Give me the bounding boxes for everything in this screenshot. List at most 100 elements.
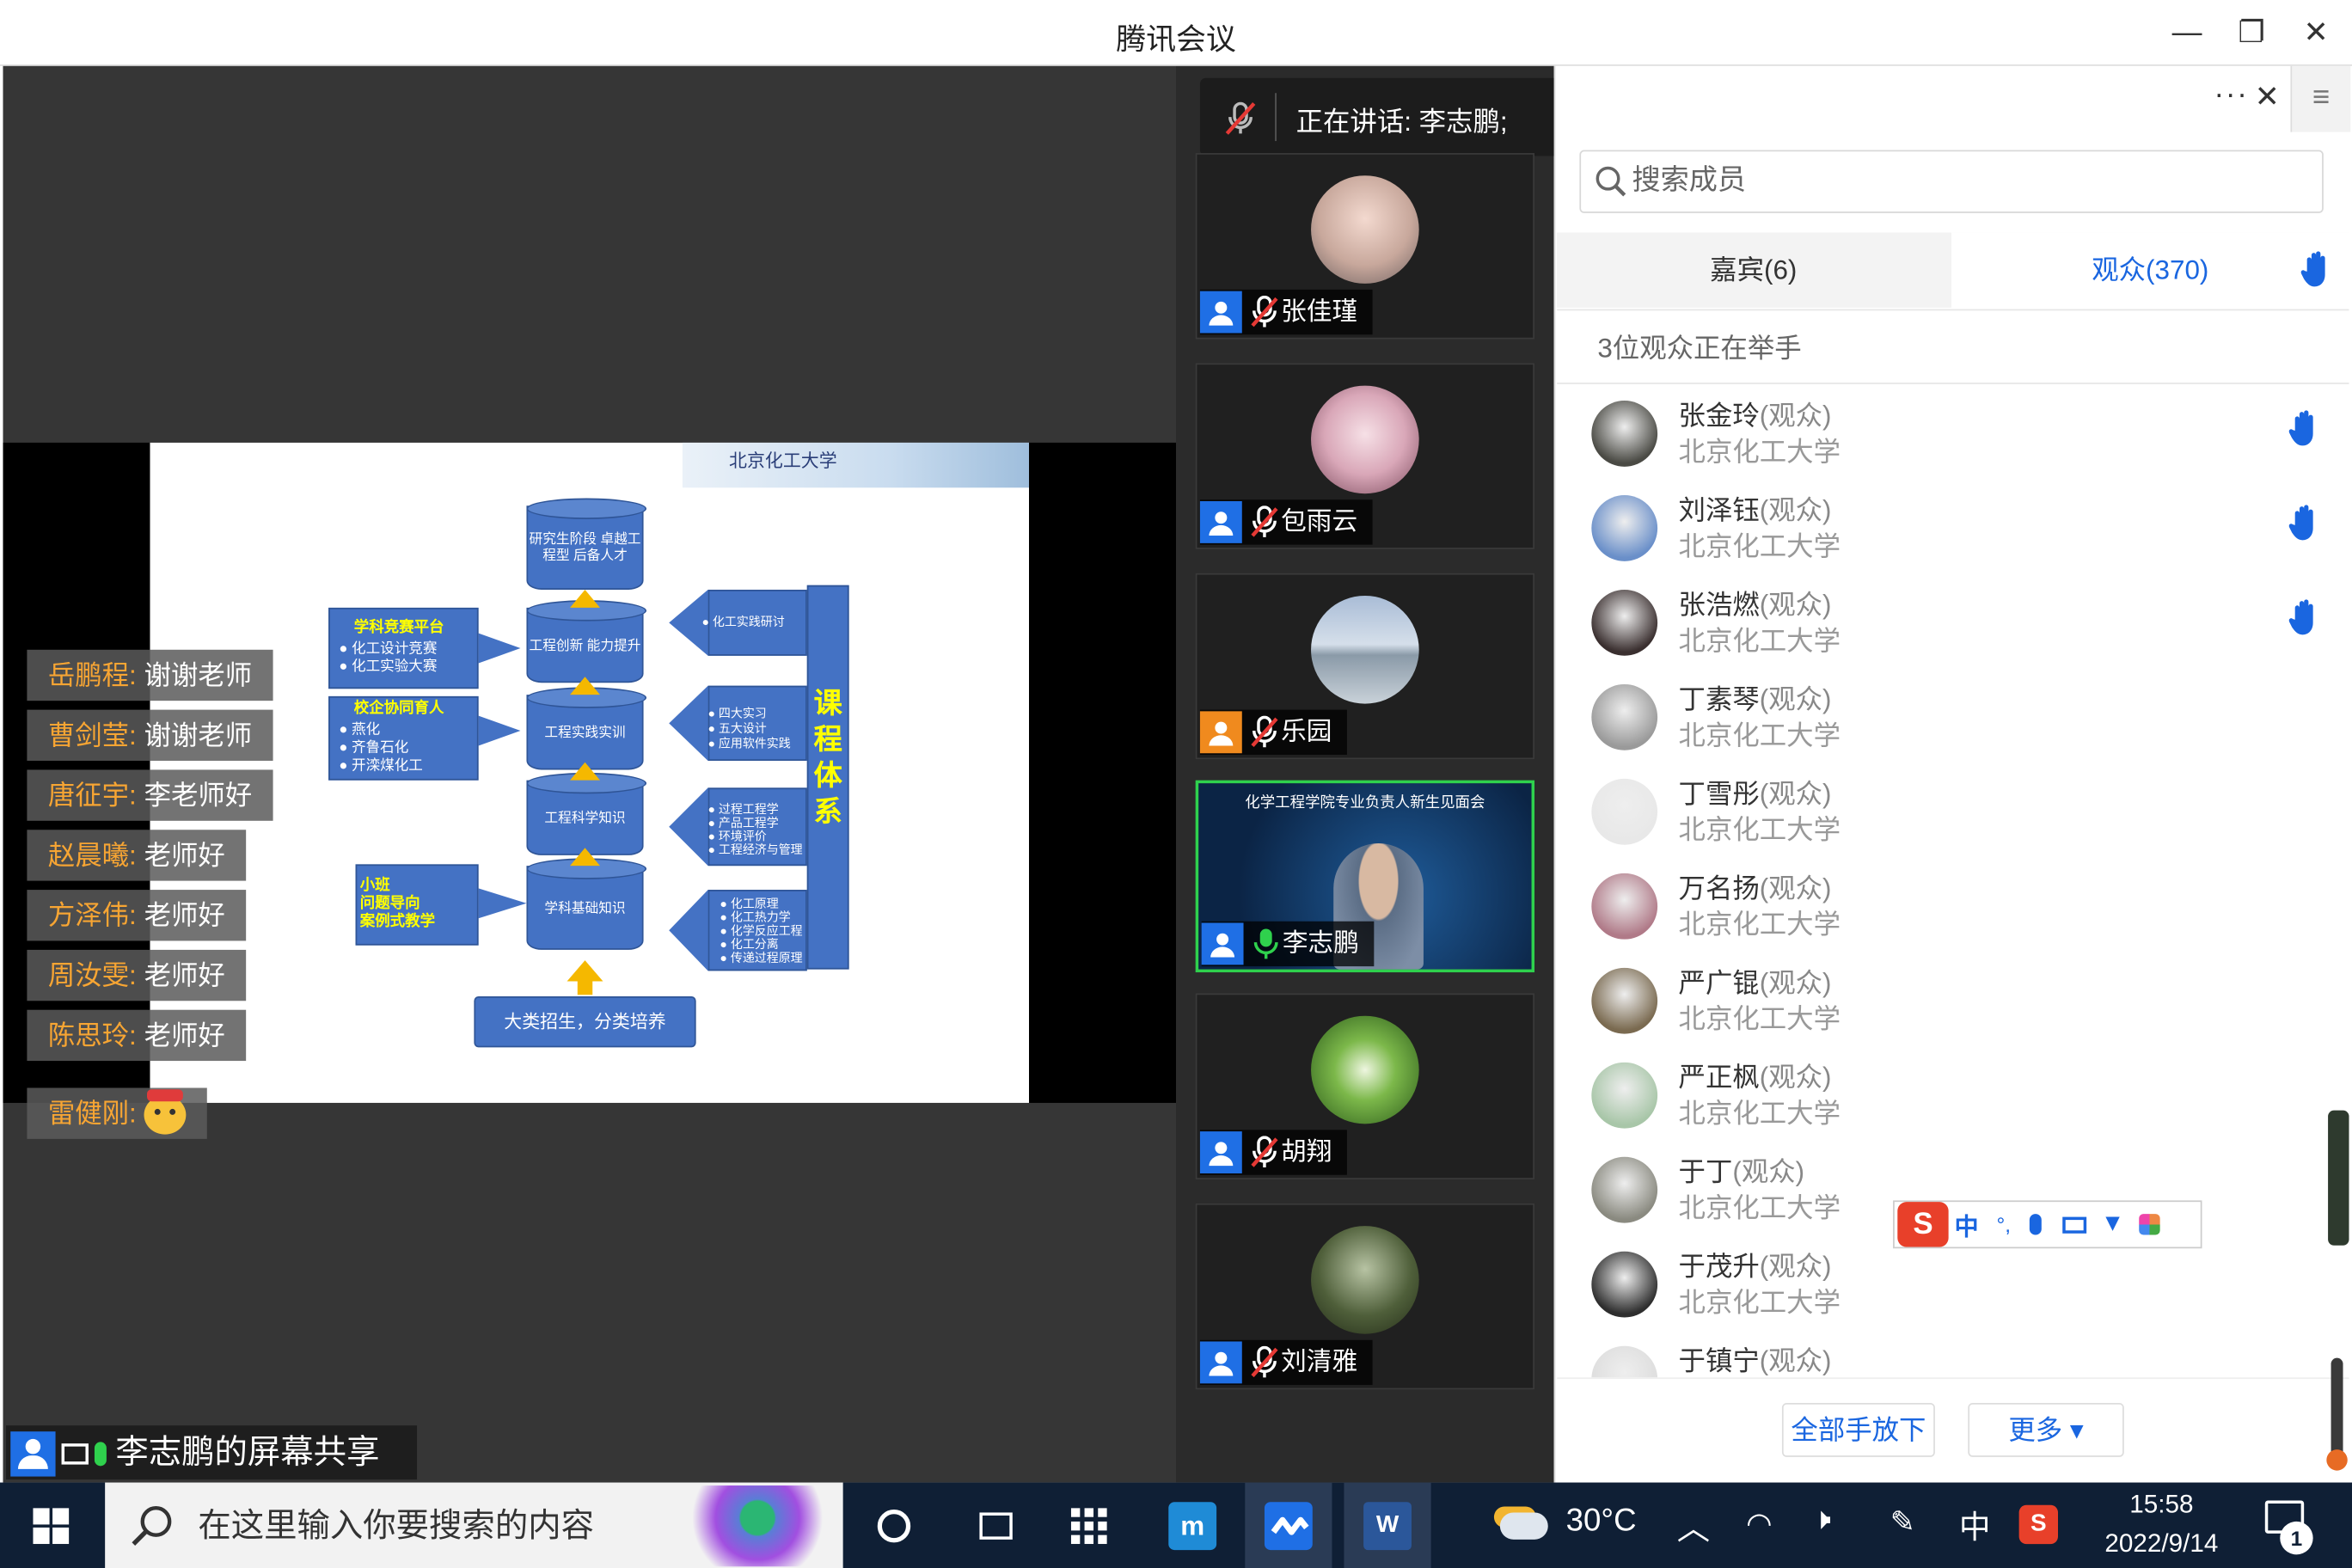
app-icon-tencent-meeting[interactable]: [1245, 1482, 1332, 1568]
arrow-up: [567, 960, 603, 982]
wifi-icon[interactable]: ◠: [1746, 1505, 1772, 1543]
arrow-left: [669, 890, 708, 971]
slide-list: 小班 问题导向 案例式教学: [359, 878, 436, 931]
mic-on-icon: [94, 1442, 107, 1467]
app-icon-word[interactable]: W: [1344, 1482, 1431, 1568]
member-org: 北京化工大学: [1678, 1003, 1841, 1034]
language-indicator[interactable]: 中: [1959, 1504, 1991, 1548]
apps-grid-icon[interactable]: [1059, 1483, 1119, 1568]
tile-label: 乐园: [1199, 709, 1347, 755]
member-row[interactable]: 万名扬(观众) 北京化工大学: [1560, 858, 2340, 952]
video-tile[interactable]: 乐园: [1195, 573, 1535, 760]
pen-icon[interactable]: ✎: [1890, 1504, 1915, 1541]
avatar: [1591, 1156, 1658, 1223]
member-row[interactable]: 丁雪彤(观众) 北京化工大学: [1560, 763, 2340, 858]
member-row[interactable]: 于茂升(观众) 北京化工大学: [1560, 1236, 2340, 1331]
raise-hand-icon[interactable]: [2288, 504, 2319, 542]
cortana-icon[interactable]: [864, 1483, 924, 1568]
ime-mode[interactable]: 中: [1955, 1206, 1979, 1242]
app-icon-teams[interactable]: m: [1155, 1483, 1230, 1568]
screen-share-label: 李志鹏的屏幕共享: [5, 1425, 418, 1480]
voice-icon[interactable]: [2029, 1214, 2041, 1235]
skin-icon[interactable]: ▼: [2101, 1211, 2125, 1238]
mic-muted-icon: [1251, 295, 1278, 328]
slide-box-bottom: 大类招生，分类培养: [474, 996, 696, 1048]
member-name: 张金玲(观众): [1678, 401, 1832, 431]
mic-muted-icon: [1225, 101, 1256, 135]
raise-hand-icon[interactable]: [2288, 598, 2319, 637]
more-options-icon[interactable]: ···: [2214, 78, 2248, 113]
volume-icon[interactable]: 🕨: [1812, 1504, 1831, 1538]
scrollbar-thumb[interactable]: [2326, 1449, 2348, 1471]
window-title: 腾讯会议: [1116, 23, 1236, 58]
member-name: 于丁(观众): [1678, 1156, 1805, 1187]
ime-toolbar[interactable]: S 中 °, ▼: [1893, 1200, 2202, 1249]
maximize-button[interactable]: ❐: [2221, 12, 2282, 54]
user-icon: [1199, 291, 1242, 334]
member-row[interactable]: 严广锟(观众) 北京化工大学: [1560, 952, 2340, 1047]
weather-temp[interactable]: 30°C: [1566, 1504, 1637, 1540]
avatar: [1591, 683, 1658, 750]
user-icon: [10, 1431, 56, 1477]
member-tabs: 嘉宾(6) 观众(370): [1557, 232, 2349, 308]
clock[interactable]: 15:58 2022/9/14: [2073, 1485, 2250, 1564]
mic-muted-icon: [1251, 1136, 1278, 1167]
chat-message: 雷健刚:: [27, 1087, 207, 1139]
punctuation-icon[interactable]: °,: [1996, 1212, 2011, 1236]
panel-close-icon[interactable]: ✕: [2255, 78, 2280, 116]
windows-start-icon[interactable]: [21, 1483, 81, 1568]
shared-slide: 北京化工大学 学科竞赛平台 ● 化工设计竞赛 ● 化工实验大赛 校企协同育人 ● …: [150, 442, 1030, 1103]
member-row[interactable]: 严正枫(观众) 北京化工大学: [1560, 1047, 2340, 1142]
more-button[interactable]: 更多 ▾: [1968, 1403, 2124, 1457]
avatar: [1591, 589, 1658, 656]
video-tile[interactable]: 胡翔: [1195, 993, 1535, 1179]
toolbox-icon[interactable]: [2139, 1214, 2161, 1235]
video-tile[interactable]: 张佳瑾: [1195, 153, 1535, 340]
member-org: 北京化工大学: [1678, 1098, 1841, 1129]
avatar: [1311, 595, 1419, 704]
chat-message: 陈思玲: 老师好: [27, 1009, 247, 1062]
tab-audience[interactable]: 观众(370): [1951, 232, 2349, 308]
video-tile[interactable]: 包雨云: [1195, 363, 1535, 549]
slide-list: ● 化工实践研讨: [701, 615, 785, 629]
video-tile-active[interactable]: 化学工程学院专业负责人新生见面会 李志鹏: [1195, 780, 1535, 973]
chevron-up-icon[interactable]: ︿: [1677, 1502, 1710, 1550]
avatar: [1311, 175, 1419, 284]
slide-list: ● 化工设计竞赛 ● 化工实验大赛: [339, 640, 438, 676]
avatar: [1311, 1015, 1419, 1124]
slide-header-logo: 北京化工大学: [729, 450, 837, 472]
member-row[interactable]: 刘泽钰(观众) 北京化工大学: [1560, 481, 2340, 575]
lower-all-hands-button[interactable]: 全部手放下: [1781, 1403, 1935, 1457]
tab-guests[interactable]: 嘉宾(6): [1557, 232, 1951, 308]
video-tile[interactable]: 刘清雅: [1195, 1203, 1535, 1390]
member-row[interactable]: 张金玲(观众) 北京化工大学: [1560, 386, 2340, 481]
close-button[interactable]: ✕: [2286, 12, 2346, 54]
cylinder-practice: 工程实践实训: [526, 687, 647, 770]
member-name: 严广锟(观众): [1678, 967, 1832, 998]
member-name: 张浩燃(观众): [1678, 589, 1832, 620]
member-row[interactable]: 张浩燃(观众) 北京化工大学: [1560, 575, 2340, 670]
member-row[interactable]: 丁素琴(观众) 北京化工大学: [1560, 669, 2340, 763]
search-input[interactable]: 搜索成员: [1579, 150, 2324, 213]
member-org: 北京化工大学: [1678, 436, 1841, 467]
member-name: 于镇宁(观众): [1678, 1345, 1832, 1376]
taskbar: 在这里输入你要搜索的内容 m W 30°C ︿ ◠ 🕨 ✎ 中 S 15:58 2…: [0, 1482, 2352, 1568]
member-row[interactable]: 于镇宁(观众): [1560, 1331, 2340, 1378]
slide-list: ● 过程工程学 ● 产品工程学 ● 环境评价 ● 工程经济与管理: [707, 802, 803, 857]
raise-hand-icon[interactable]: [2288, 410, 2319, 449]
user-icon: [1201, 922, 1244, 965]
title-bar: 腾讯会议 — ❐ ✕: [0, 0, 2352, 66]
keyboard-icon[interactable]: [2061, 1216, 2086, 1233]
search-highlight-image: [677, 1485, 837, 1567]
sogou-tray-icon[interactable]: S: [2018, 1504, 2059, 1545]
avatar: [1591, 401, 1658, 467]
minimize-button[interactable]: —: [2157, 12, 2217, 54]
search-icon: [132, 1506, 172, 1546]
task-view-icon[interactable]: [966, 1483, 1026, 1568]
arrow-right: [478, 888, 527, 919]
weather-icon[interactable]: [1494, 1483, 1554, 1568]
menu-icon[interactable]: ≡: [2290, 65, 2351, 132]
arrow-left: [669, 787, 708, 867]
avatar: [1591, 1062, 1658, 1129]
chat-message: 曹剑莹: 谢谢老师: [27, 709, 273, 761]
